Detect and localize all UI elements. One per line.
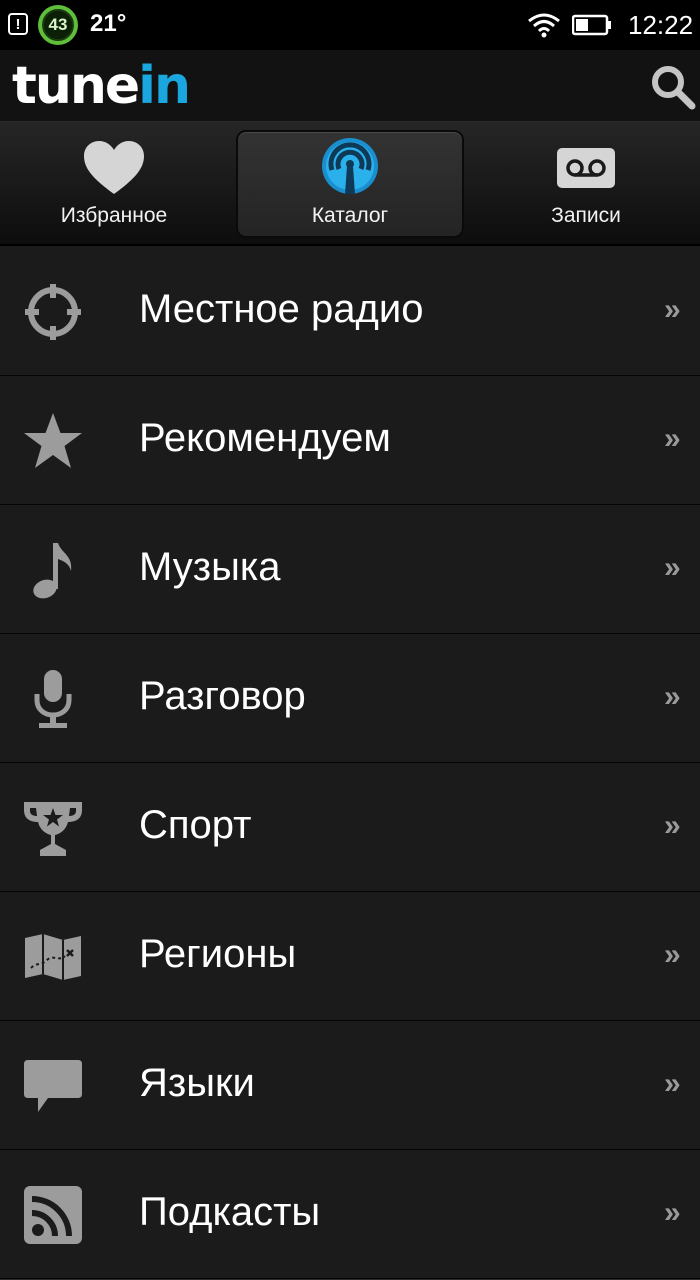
crosshair-icon	[20, 281, 86, 343]
catalog-list: Местное радио » Рекомендуем » Музыка » Р…	[0, 247, 700, 1279]
list-item-label: Разговор	[139, 674, 306, 718]
list-item-regions[interactable]: Регионы »	[0, 892, 700, 1021]
chevron-right-icon: »	[664, 938, 681, 971]
alert-icon: !	[8, 13, 28, 35]
status-bar: ! 43 21° 12:22	[0, 0, 700, 50]
list-item-label: Подкасты	[139, 1190, 321, 1234]
tab-label: Каталог	[311, 204, 389, 227]
tab-recordings[interactable]: Записи	[472, 130, 700, 238]
list-item-label: Рекомендуем	[139, 416, 391, 460]
tab-bar: Избранное Каталог Записи	[0, 122, 700, 246]
app-header: tunein	[0, 50, 700, 122]
list-item-languages[interactable]: Языки »	[0, 1021, 700, 1150]
tab-label: Записи	[551, 204, 621, 227]
tab-label: Избранное	[60, 204, 168, 227]
list-item-label: Спорт	[139, 803, 252, 847]
chevron-right-icon: »	[664, 551, 681, 584]
notification-count: 43	[42, 9, 74, 41]
chevron-right-icon: »	[664, 1067, 681, 1100]
broadcast-icon	[318, 138, 382, 196]
list-item-music[interactable]: Музыка »	[0, 505, 700, 634]
list-item-podcasts[interactable]: Подкасты »	[0, 1150, 700, 1279]
voicemail-icon	[554, 140, 618, 196]
list-item-recommended[interactable]: Рекомендуем »	[0, 376, 700, 505]
list-item-label: Регионы	[139, 932, 297, 976]
rss-icon	[20, 1184, 86, 1246]
chevron-right-icon: »	[664, 422, 681, 455]
chevron-right-icon: »	[664, 809, 681, 842]
temperature-text: 21°	[90, 10, 127, 37]
tunein-logo: tunein	[12, 52, 191, 120]
list-item-label: Музыка	[139, 545, 281, 589]
search-icon[interactable]	[648, 62, 696, 110]
microphone-icon	[20, 668, 86, 730]
tab-catalog[interactable]: Каталог	[236, 130, 464, 238]
logo-text-tune: tune	[12, 56, 140, 116]
logo-text-in: in	[138, 56, 191, 116]
battery-icon	[572, 14, 611, 36]
clock: 12:22	[628, 10, 694, 40]
chevron-right-icon: »	[664, 1196, 681, 1229]
tab-favorites[interactable]: Избранное	[0, 130, 228, 238]
notification-badge: 43	[38, 5, 78, 45]
speech-bubble-icon	[20, 1055, 86, 1117]
list-item-local-radio[interactable]: Местное радио »	[0, 247, 700, 376]
star-icon	[20, 410, 86, 472]
map-icon	[20, 926, 86, 988]
list-item-label: Местное радио	[139, 287, 424, 331]
list-item-talk[interactable]: Разговор »	[0, 634, 700, 763]
music-note-icon	[20, 539, 86, 601]
chevron-right-icon: »	[664, 680, 681, 713]
wifi-icon	[528, 13, 560, 38]
chevron-right-icon: »	[664, 293, 681, 326]
heart-icon	[82, 140, 146, 196]
list-item-sports[interactable]: Спорт »	[0, 763, 700, 892]
trophy-icon	[20, 797, 86, 859]
list-item-label: Языки	[139, 1061, 255, 1105]
